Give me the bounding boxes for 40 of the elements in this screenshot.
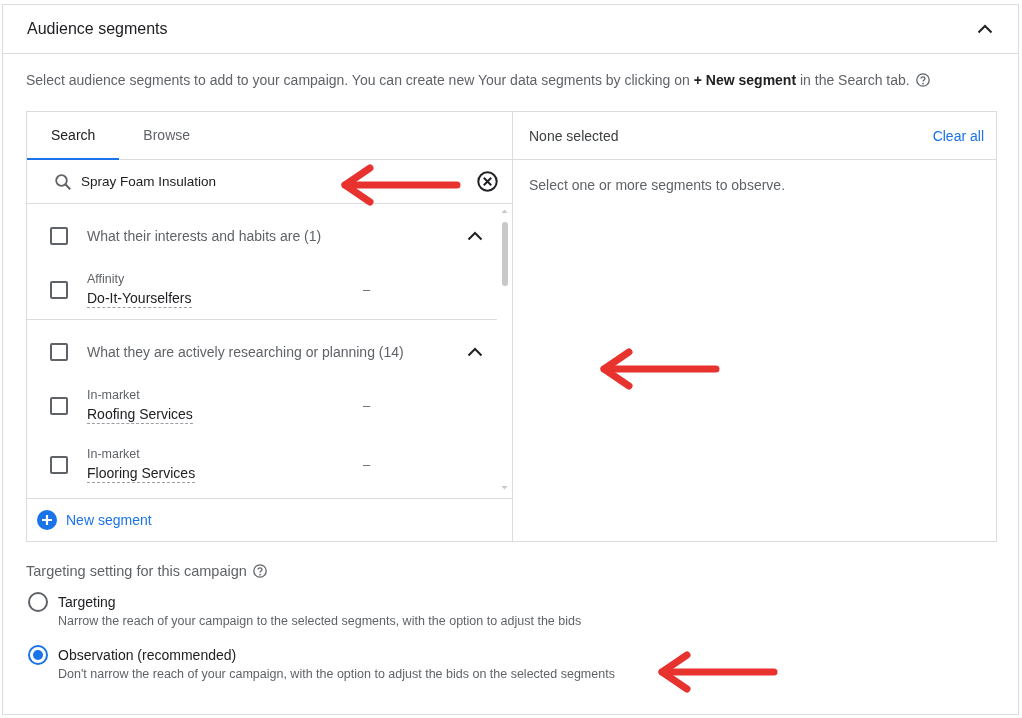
description-text: Select audience segments to add to your campaign. You can create new Your data segments by clicking on + New segment in the Search tab. bbox=[26, 72, 910, 88]
group-label: What they are actively researching or planning (14) bbox=[87, 344, 405, 360]
checkbox[interactable] bbox=[50, 455, 68, 474]
new-segment-button[interactable]: New segment bbox=[37, 510, 152, 530]
help-icon[interactable] bbox=[252, 564, 267, 578]
chevron-up-icon[interactable] bbox=[467, 231, 483, 241]
targeting-title: Targeting setting for this campaign bbox=[26, 563, 247, 579]
category-label: Affinity bbox=[87, 271, 125, 287]
section-title: Audience segments bbox=[27, 20, 168, 38]
checkbox[interactable] bbox=[50, 280, 68, 299]
tab[interactable]: Browse bbox=[119, 112, 215, 160]
selection-header: None selected bbox=[529, 127, 619, 144]
search-icon bbox=[55, 173, 71, 190]
clear-all-link[interactable]: Clear all bbox=[932, 127, 984, 144]
option-description: Don't narrow the reach of your campaign, with the option to adjust the bids on the selected segments bbox=[58, 667, 615, 681]
chevron-up-icon[interactable] bbox=[467, 347, 483, 357]
help-icon[interactable] bbox=[915, 73, 930, 87]
empty-message: Select one or more segments to observe. bbox=[529, 177, 786, 193]
clear-icon[interactable] bbox=[477, 171, 498, 192]
value-text: – bbox=[363, 398, 371, 413]
option-label: Targeting bbox=[58, 594, 116, 610]
chevron-up-icon[interactable] bbox=[977, 24, 993, 34]
option-label: Observation (recommended) bbox=[58, 647, 237, 663]
radio-button[interactable] bbox=[28, 645, 48, 665]
segment-name: Flooring Services bbox=[87, 464, 196, 483]
segment-name: Roofing Services bbox=[87, 405, 193, 424]
search-field[interactable]: Spray Foam Insulation bbox=[81, 172, 467, 191]
tab[interactable]: Search bbox=[27, 112, 120, 160]
value-text: – bbox=[363, 282, 371, 297]
checkbox[interactable] bbox=[50, 227, 68, 245]
segment-name: Do-It-Yourselfers bbox=[87, 289, 192, 308]
category-label: In-market bbox=[87, 446, 140, 462]
category-label: In-market bbox=[87, 387, 140, 403]
checkbox[interactable] bbox=[50, 396, 68, 415]
value-text: – bbox=[363, 457, 371, 472]
group-label: What their interests and habits are (1) bbox=[87, 228, 323, 244]
radio-button[interactable] bbox=[28, 592, 48, 612]
option-description: Narrow the reach of your campaign to the selected segments, with the option to adjust the bids bbox=[58, 614, 582, 628]
checkbox[interactable] bbox=[50, 343, 68, 361]
plus-icon bbox=[37, 510, 57, 530]
